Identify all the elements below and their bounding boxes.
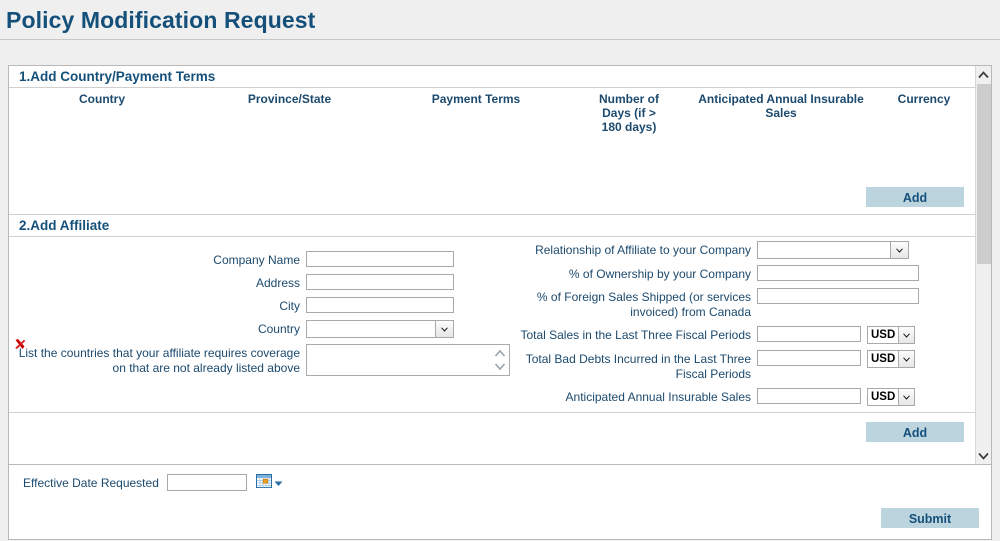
country-select-value — [307, 321, 435, 337]
calendar-icon — [255, 474, 272, 491]
chevron-down-icon — [274, 476, 283, 490]
label-country: Country — [257, 322, 300, 336]
column-header-number-of-days: Number of Days (if > 180 days) — [568, 88, 690, 134]
section-1-heading: 1.Add Country/Payment Terms — [9, 66, 976, 88]
label-total-sales: Total Sales in the Last Three Fiscal Per… — [520, 328, 751, 342]
effective-date-row: Effective Date Requested — [9, 465, 991, 491]
sales-line-2: Sales — [765, 106, 797, 120]
red-x-icon[interactable] — [13, 337, 27, 351]
scrollbar-thumb[interactable] — [977, 84, 991, 264]
bad-debts-input[interactable] — [757, 350, 861, 366]
column-header-anticipated-annual-insurable-sales: Anticipated Annual Insurable Sales — [690, 88, 872, 134]
days-line-1: Number of — [599, 92, 659, 106]
anticipated-sales-currency-value: USD — [871, 391, 896, 403]
form-footer: Effective Date Requested Submit — [8, 465, 992, 540]
field-row-company-name: Company Name — [9, 251, 514, 268]
total-sales-input[interactable] — [757, 326, 861, 342]
column-header-payment-terms: Payment Terms — [431, 92, 521, 106]
column-header-currency: Currency — [897, 92, 951, 106]
field-row-foreign-sales-percent: % of Foreign Sales Shipped (or services … — [514, 288, 976, 320]
sales-line-1: Anticipated Annual Insurable — [698, 92, 864, 106]
days-line-3: 180 days) — [601, 120, 657, 134]
foreign-sales-percent-input[interactable] — [757, 288, 919, 304]
label-company-name: Company Name — [213, 253, 300, 267]
affiliate-countries-textarea[interactable] — [306, 344, 510, 376]
country-payment-terms-table: Country Province/State Payment Terms Num… — [9, 88, 976, 134]
label-foreign-sales-percent: % of Foreign Sales Shipped (or services … — [536, 290, 751, 319]
days-line-2: Days (if > — [602, 106, 656, 120]
field-row-anticipated-sales: Anticipated Annual Insurable Sales USD — [514, 388, 976, 406]
field-row-ownership-percent: % of Ownership by your Company — [514, 265, 976, 282]
submit-button[interactable]: Submit — [881, 508, 979, 528]
section-2-body: Company Name Address City Country List t… — [9, 237, 976, 413]
column-header-province-state: Province/State — [247, 92, 332, 106]
total-sales-currency-value: USD — [871, 329, 896, 341]
section-2-heading: 2.Add Affiliate — [9, 215, 976, 237]
field-row-affiliate-countries: List the countries that your affiliate r… — [9, 344, 514, 379]
page-title: Policy Modification Request — [6, 7, 316, 33]
bad-debts-currency-value: USD — [871, 353, 896, 365]
field-row-country: Country — [9, 320, 514, 338]
chevron-down-icon — [898, 351, 914, 367]
country-select[interactable] — [306, 320, 454, 338]
add-country-payment-terms-button[interactable]: Add — [866, 187, 964, 207]
label-ownership-percent: % of Ownership by your Company — [568, 267, 751, 281]
label-bad-debts: Total Bad Debts Incurred in the Last Thr… — [525, 352, 751, 381]
section-1-body: Country Province/State Payment Terms Num… — [9, 88, 976, 215]
ownership-percent-input[interactable] — [757, 265, 919, 281]
affiliate-right-column: Relationship of Affiliate to your Compan… — [514, 237, 976, 412]
label-address: Address — [255, 276, 300, 290]
panel-vertical-scrollbar[interactable] — [975, 66, 991, 464]
chevron-down-icon — [890, 242, 908, 258]
field-row-city: City — [9, 297, 514, 314]
form-panel: 1.Add Country/Payment Terms Country Prov… — [8, 65, 992, 465]
label-anticipated-sales: Anticipated Annual Insurable Sales — [565, 390, 751, 404]
field-row-address: Address — [9, 274, 514, 291]
label-relationship: Relationship of Affiliate to your Compan… — [535, 243, 751, 257]
label-effective-date: Effective Date Requested — [23, 475, 159, 490]
field-row-total-sales: Total Sales in the Last Three Fiscal Per… — [514, 326, 976, 344]
anticipated-sales-input[interactable] — [757, 388, 861, 404]
address-input[interactable] — [306, 274, 454, 290]
page-header: Policy Modification Request — [0, 0, 1000, 40]
anticipated-sales-currency-select[interactable]: USD — [867, 388, 915, 406]
section-2-add-strip: Add — [9, 413, 976, 464]
label-affiliate-countries: List the countries that your affiliate r… — [18, 346, 300, 375]
label-city: City — [279, 299, 300, 313]
company-name-input[interactable] — [306, 251, 454, 267]
relationship-select[interactable] — [757, 241, 909, 259]
chevron-down-icon — [898, 389, 914, 405]
calendar-picker-button[interactable] — [255, 474, 283, 491]
affiliate-countries-wrapper — [306, 344, 510, 379]
bad-debts-currency-select[interactable]: USD — [867, 350, 915, 368]
effective-date-input[interactable] — [166, 474, 247, 491]
affiliate-left-column: Company Name Address City Country List t… — [9, 237, 514, 412]
add-affiliate-button[interactable]: Add — [866, 422, 964, 442]
field-row-relationship: Relationship of Affiliate to your Compan… — [514, 241, 976, 259]
field-row-bad-debts: Total Bad Debts Incurred in the Last Thr… — [514, 350, 976, 382]
city-input[interactable] — [306, 297, 454, 313]
relationship-select-value — [758, 242, 890, 258]
form-panel-scroll-content: 1.Add Country/Payment Terms Country Prov… — [9, 66, 976, 464]
affiliate-form-columns: Company Name Address City Country List t… — [9, 237, 976, 412]
table-header-row: Country Province/State Payment Terms Num… — [9, 88, 976, 134]
chevron-down-icon — [898, 327, 914, 343]
scrollbar-up-button[interactable] — [976, 66, 991, 83]
column-header-country: Country — [79, 92, 125, 106]
chevron-down-icon — [435, 321, 453, 337]
total-sales-currency-select[interactable]: USD — [867, 326, 915, 344]
scrollbar-down-button[interactable] — [976, 447, 990, 464]
